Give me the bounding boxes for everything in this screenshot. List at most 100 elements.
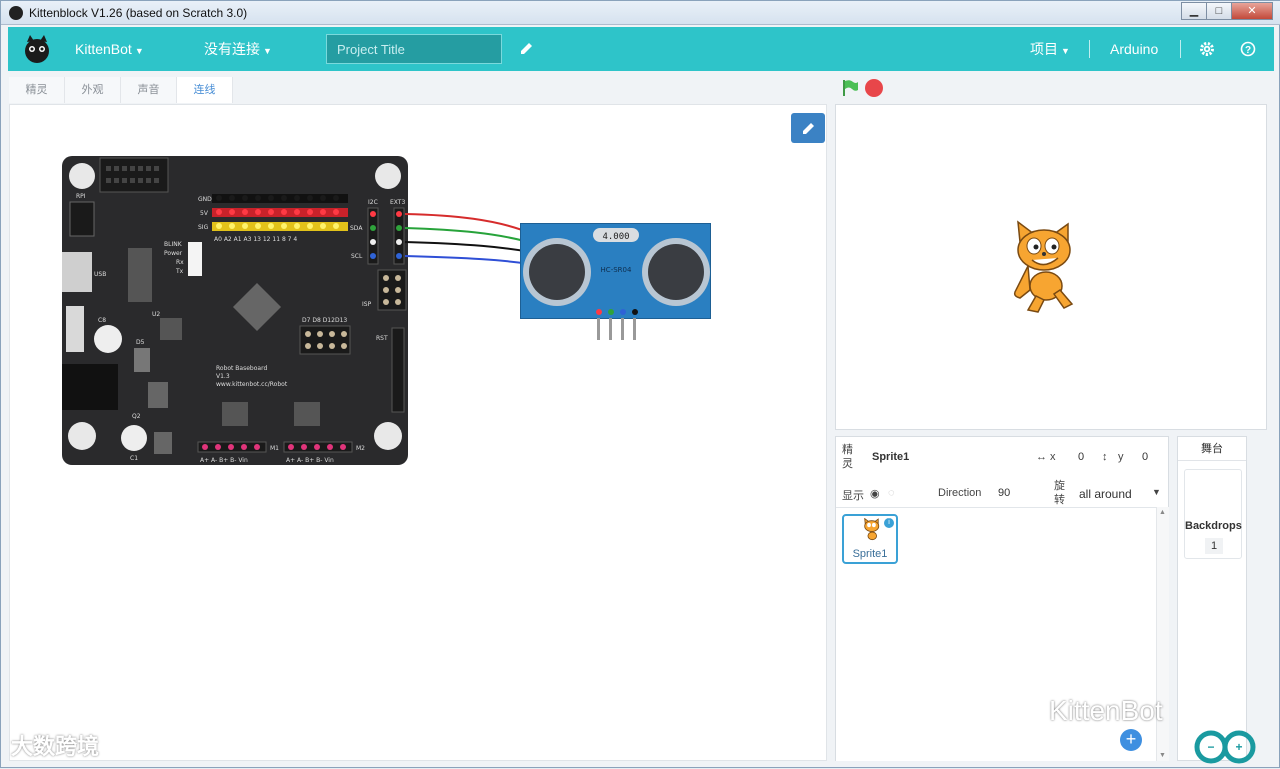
rotation-label: 旋转	[1054, 480, 1065, 506]
backdrops-label: Backdrops	[1185, 520, 1242, 532]
watermark-logo-bottom-left: 大数跨境	[11, 729, 99, 761]
scratch-cat-sprite[interactable]	[1006, 220, 1084, 316]
sprite-thumbnail[interactable]: i Sprite1	[842, 514, 898, 564]
tab-sounds[interactable]: 声音	[121, 77, 177, 103]
show-eye-icon[interactable]: ◉	[870, 487, 880, 500]
direction-label: Direction	[938, 487, 982, 499]
help-icon[interactable]: ?	[1240, 41, 1256, 57]
scroll-up-icon[interactable]: ▲	[1159, 509, 1166, 516]
d7-label: D7 D8 D12D13	[302, 317, 347, 324]
add-sprite-button[interactable]: +	[1120, 729, 1142, 751]
chevron-down-icon[interactable]: ▼	[1152, 487, 1161, 497]
watermark-logo-bottom-right: KittenBot	[1049, 695, 1163, 727]
connection-menu[interactable]: 没有连接 ▼	[204, 39, 272, 59]
m1-label: M1	[270, 445, 279, 452]
backdrops-count: 1	[1205, 538, 1223, 554]
direction-field[interactable]: 90	[998, 487, 1010, 499]
svg-text:−: −	[1207, 740, 1214, 754]
connection-menu-label: 没有连接	[204, 41, 260, 57]
tab-looks[interactable]: 外观	[65, 77, 121, 103]
gear-icon[interactable]	[1199, 41, 1215, 57]
u2-label: U2	[152, 311, 160, 318]
chevron-down-icon: ▼	[1061, 46, 1070, 56]
sprite-thumbnail-label: Sprite1	[852, 548, 888, 560]
sv-label: 5V	[200, 210, 209, 217]
backdrops-card[interactable]: Backdrops 1	[1184, 469, 1242, 559]
arduino-logo-icon: − +	[1194, 730, 1256, 764]
sig-label: SIG	[198, 224, 209, 231]
stage-panel[interactable]: 舞台 Backdrops 1	[1177, 436, 1247, 761]
power-label: Power	[164, 250, 183, 257]
svg-text:?: ?	[1245, 45, 1251, 56]
board-version-label: V1.3	[216, 373, 230, 380]
gnd-label: GND	[198, 196, 212, 203]
window-title: Kittenblock V1.26 (based on Scratch 3.0)	[29, 5, 248, 20]
m2-pins-label: A+ A- B+ B- Vin	[286, 457, 334, 464]
app-window: Kittenblock V1.26 (based on Scratch 3.0)…	[0, 0, 1280, 768]
i2c-label: I2C	[368, 199, 378, 206]
sprite-name-field[interactable]: Sprite1	[872, 451, 909, 463]
ultrasonic-sensor[interactable]: 4.000 HC-SR04	[520, 223, 711, 340]
sprite-info-badge-icon[interactable]: i	[884, 518, 894, 528]
tab-sprites[interactable]: 精灵	[9, 77, 65, 103]
scroll-down-icon[interactable]: ▼	[1159, 752, 1166, 759]
rotation-style-select[interactable]: all around	[1079, 487, 1132, 501]
robot-baseboard[interactable]: GND 5V SIG A0 A2 A1 A3 13 12 11 8 7 4 I2…	[62, 156, 408, 465]
show-label: 显示	[842, 490, 864, 502]
watermark-bottom-right-text: KittenBot	[1049, 695, 1163, 726]
window-controls: ▁ □ ✕	[1181, 2, 1273, 20]
menu-bar: KittenBot▼ 没有连接▼ 项目▼ Arduino ?	[8, 27, 1274, 71]
title-bar: Kittenblock V1.26 (based on Scratch 3.0)…	[1, 1, 1280, 25]
stage-panel-title: 舞台	[1178, 437, 1246, 461]
brand-menu-label: KittenBot	[75, 41, 132, 57]
menu-divider	[1089, 40, 1090, 58]
minimize-button[interactable]: ▁	[1181, 2, 1207, 20]
maximize-button[interactable]: □	[1206, 2, 1232, 20]
green-flag-icon[interactable]	[841, 79, 859, 97]
sensor-drawing: 4.000 HC-SR04	[523, 228, 710, 315]
x-position-icon: ↔	[1036, 451, 1047, 463]
blink-label: BLINK	[164, 241, 183, 248]
brand-menu[interactable]: KittenBot ▼	[75, 41, 144, 57]
kittenbot-logo-icon[interactable]	[20, 32, 54, 66]
rpi-label: RPI	[76, 193, 86, 200]
pencil-icon[interactable]	[518, 41, 534, 57]
project-menu[interactable]: 项目 ▼	[1030, 39, 1070, 59]
kittenblock-app-icon	[9, 5, 23, 20]
x-value-field[interactable]: 0	[1078, 451, 1084, 463]
project-menu-label: 项目	[1030, 41, 1058, 57]
tab-wiring[interactable]: 连线	[177, 77, 233, 103]
y-label: y	[1118, 451, 1124, 463]
m2-label: M2	[356, 445, 365, 452]
menu-divider	[1180, 40, 1181, 58]
close-button[interactable]: ✕	[1231, 2, 1273, 20]
board-drawing: GND 5V SIG A0 A2 A1 A3 13 12 11 8 7 4 I2…	[62, 157, 407, 464]
sda-label: SDA	[350, 225, 363, 232]
m1-pins-label: A+ A- B+ B- Vin	[200, 457, 248, 464]
sensor-pins	[597, 318, 636, 340]
y-position-icon: ↕	[1102, 451, 1108, 463]
x-label: x	[1050, 451, 1056, 463]
y-value-field[interactable]: 0	[1142, 451, 1148, 463]
board-url-label: www.kittenbot.cc/Robot	[216, 381, 288, 388]
watermark-bottom-left-text: 大数跨境	[11, 734, 100, 759]
q2-label: Q2	[132, 413, 141, 420]
rx-label: Rx	[176, 259, 184, 266]
edit-wiring-button[interactable]	[791, 113, 825, 143]
scratch-cat-icon	[864, 518, 880, 541]
scl-label: SCL	[351, 253, 363, 260]
stop-icon[interactable]	[865, 79, 883, 97]
c8-label: C8	[98, 317, 106, 324]
tx-label: Tx	[175, 268, 184, 275]
sensor-model-label: HC-SR04	[601, 266, 632, 274]
stage-preview[interactable]	[835, 104, 1267, 430]
board-name-label: Robot Baseboard	[216, 365, 267, 372]
hide-eye-icon[interactable]: ◌	[888, 487, 895, 499]
isp-label: ISP	[362, 301, 372, 308]
arduino-mode-button[interactable]: Arduino	[1110, 41, 1158, 57]
crystal-label: 4.000	[602, 232, 629, 242]
sprite-label: 精灵	[842, 444, 853, 470]
pencil-icon	[803, 123, 814, 134]
project-title-input[interactable]	[326, 34, 502, 64]
c1-label: C1	[130, 455, 138, 462]
